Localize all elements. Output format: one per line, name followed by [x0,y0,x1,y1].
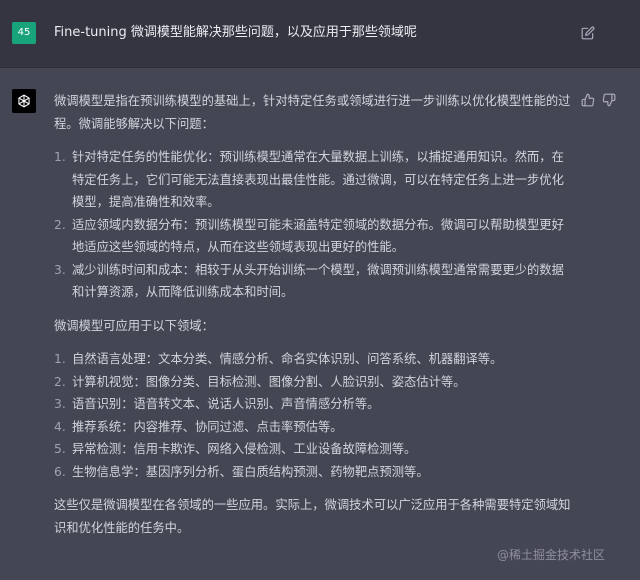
list-item: 1. 针对特定任务的性能优化：预训练模型通常在大量数据上训练，以捕捉通用知识。然而… [54,146,574,214]
list-number: 5. [54,442,66,456]
list-item-text: 自然语言处理：文本分类、情感分析、命名实体识别、问答系统、机器翻译等。 [72,352,503,366]
list-number: 2. [54,217,66,232]
assistant-answer: 微调模型是指在预训练模型的基础上，针对特定任务或领域进行进一步训练以优化模型性能… [54,90,574,539]
user-avatar: 45 [12,22,36,44]
list-item-text: 异常检测：信用卡欺诈、网络入侵检测、工业设备故障检测等。 [72,442,417,456]
list-item-text: 语音识别：语音转文本、说话人识别、声音情感分析等。 [72,397,380,411]
list-number: 2. [54,374,66,389]
list-item-text: 减少训练时间和成本：相较于从头开始训练一个模型，微调预训练模型通常需要更少的数据… [72,262,564,300]
answer-intro: 微调模型是指在预训练模型的基础上，针对特定任务或领域进行进一步训练以优化模型性能… [54,94,571,131]
list-item-text: 生物信息学：基因序列分析、蛋白质结构预测、药物靶点预测等。 [72,464,429,479]
list-item: 3. 减少训练时间和成本：相较于从头开始训练一个模型，微调预训练模型通常需要更少的… [54,259,574,304]
list-item-text: 适应领域内数据分布：预训练模型可能未涵盖特定领域的数据分布。微调可以帮助模型更好… [72,217,564,255]
assistant-message-row: 微调模型是指在预训练模型的基础上，针对特定任务或领域进行进一步训练以优化模型性能… [0,68,640,580]
openai-logo-icon [12,89,36,113]
list-item-text: 针对特定任务的性能优化：预训练模型通常在大量数据上训练，以捕捉通用知识。然而，在… [72,150,564,209]
list-item: 2. 适应领域内数据分布：预训练模型可能未涵盖特定领域的数据分布。微调可以帮助模型… [54,214,574,259]
list-number: 3. [54,397,66,411]
domains-intro: 微调模型可应用于以下领域： [54,318,214,333]
list-item-text: 推荐系统：内容推荐、协同过滤、点击率预估等。 [72,419,343,434]
watermark: @稀土掘金技术社区 [497,548,606,562]
list-item: 6. 生物信息学：基因序列分析、蛋白质结构预测、药物靶点预测等。 [54,461,574,484]
list-number: 1. [54,352,66,366]
list-item: 5. 异常检测：信用卡欺诈、网络入侵检测、工业设备故障检测等。 [54,438,574,461]
list-number: 4. [54,419,66,434]
user-message-row: 45 Fine-tuning 微调模型能解决那些问题，以及应用于那些领域呢 [0,0,640,68]
problems-list: 1. 针对特定任务的性能优化：预训练模型通常在大量数据上训练，以捕捉通用知识。然而… [54,146,574,304]
thumbs-down-icon[interactable] [602,93,616,107]
list-item: 1. 自然语言处理：文本分类、情感分析、命名实体识别、问答系统、机器翻译等。 [54,348,574,371]
user-message-text: Fine-tuning 微调模型能解决那些问题，以及应用于那些领域呢 [54,25,417,40]
list-number: 3. [54,262,66,277]
domains-list: 1. 自然语言处理：文本分类、情感分析、命名实体识别、问答系统、机器翻译等。 2.… [54,348,574,483]
edit-icon[interactable] [581,26,595,40]
list-item-text: 计算机视觉：图像分类、目标检测、图像分割、人脸识别、姿态估计等。 [72,374,466,389]
list-item: 2. 计算机视觉：图像分类、目标检测、图像分割、人脸识别、姿态估计等。 [54,371,574,394]
list-number: 1. [54,150,66,164]
thumbs-up-icon[interactable] [581,93,595,107]
list-item: 3. 语音识别：语音转文本、说话人识别、声音情感分析等。 [54,393,574,416]
answer-conclusion: 这些仅是微调模型在各领域的一些应用。实际上，微调技术可以广泛应用于各种需要特定领… [54,498,571,535]
list-item: 4. 推荐系统：内容推荐、协同过滤、点击率预估等。 [54,416,574,439]
list-number: 6. [54,464,66,479]
